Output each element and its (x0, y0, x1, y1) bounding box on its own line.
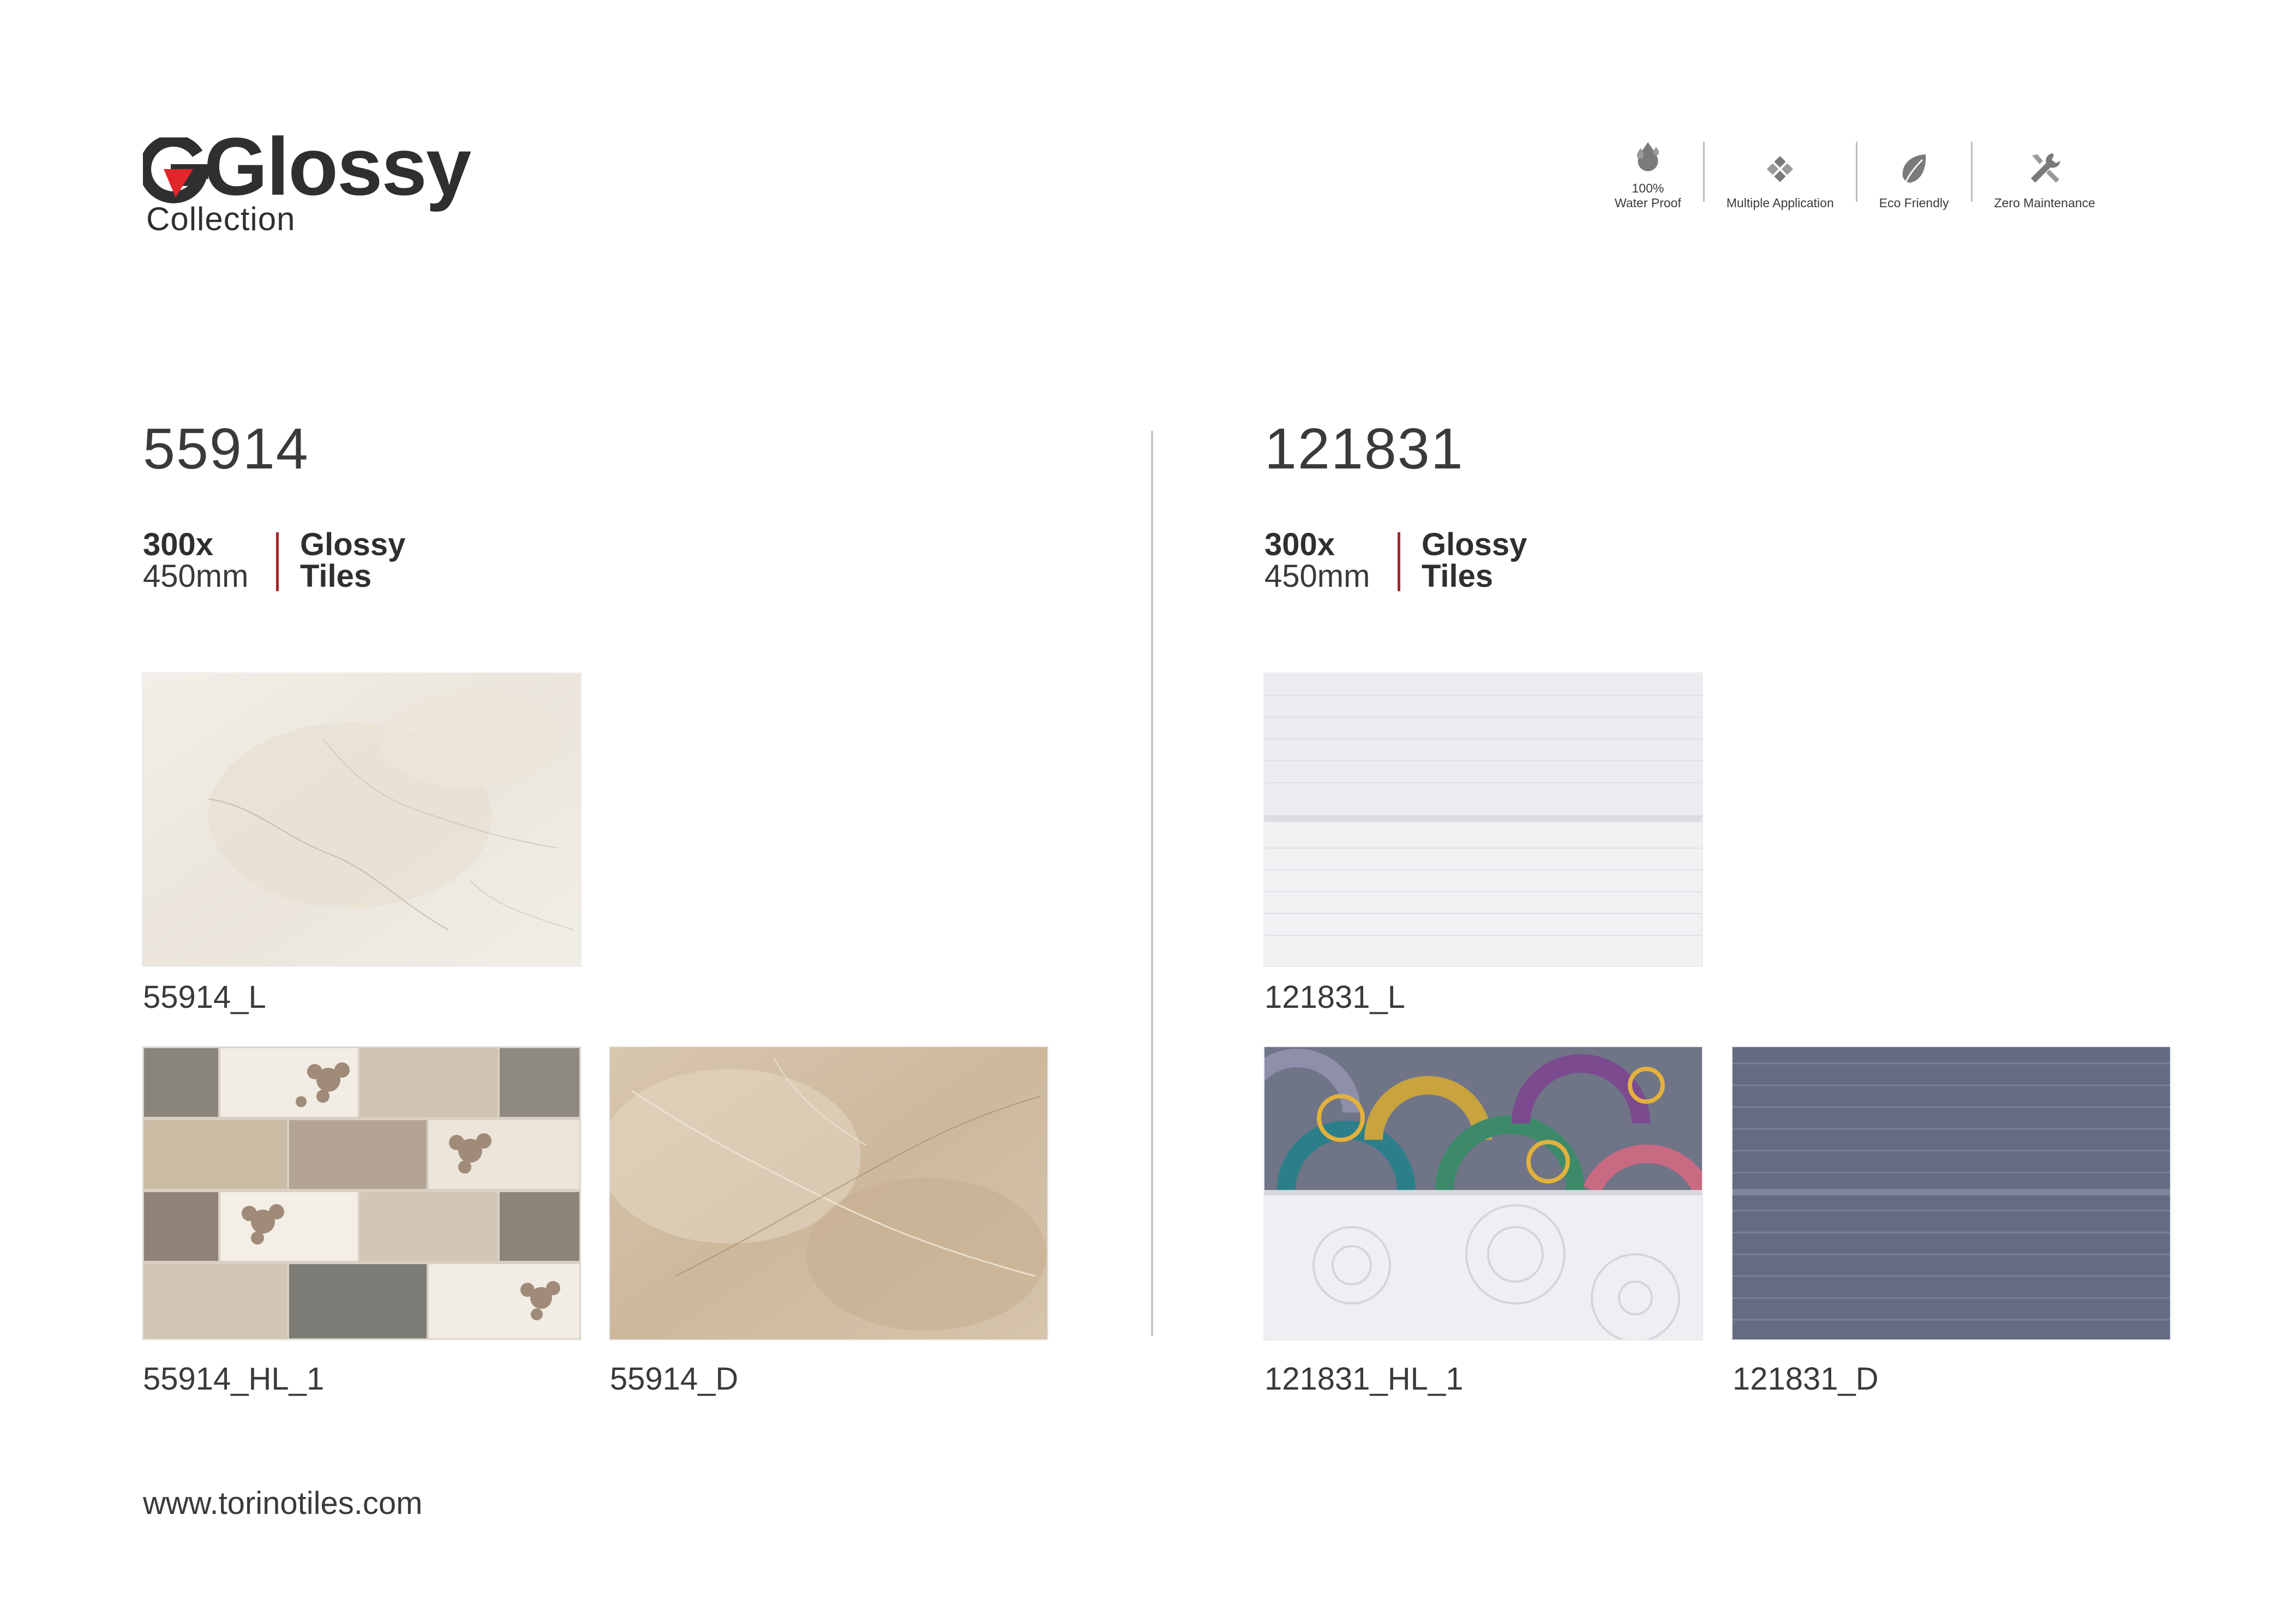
feature-label: Multiple Application (1726, 195, 1834, 210)
size-line-1: 300x (143, 527, 214, 562)
logo-g-mark-icon (143, 137, 208, 203)
feature-label: 100% Water Proof (1615, 181, 1681, 210)
tile-image-121831-L (1264, 674, 1702, 966)
size-line-2: 450mm (143, 558, 249, 594)
product-121831: 121831 300x 450mm Glossy Tiles (1264, 417, 1527, 592)
feature-strip: 100% Water Proof Multiple Application Ec… (1593, 134, 2171, 210)
tile-caption: 55914_L (143, 979, 266, 1015)
product-code: 55914 (143, 417, 309, 481)
finish-line-1: Glossy (1422, 527, 1527, 562)
size-line-2: 450mm (1264, 558, 1370, 594)
wrench-icon (2031, 153, 2061, 183)
tile-caption: 121831_D (1733, 1361, 1879, 1397)
tile-image-55914-HL-1 (143, 1047, 580, 1339)
feature-label: Eco Friendly (1879, 195, 1949, 210)
tile-image-55914-L (143, 674, 580, 966)
product-code: 121831 (1264, 417, 1464, 481)
feature-eco-friendly: Eco Friendly (1857, 139, 1971, 210)
tiles-grid-icon (1767, 155, 1794, 182)
feature-zero-maintenance: Zero Maintenance (1973, 139, 2117, 210)
product-spec: 300x 450mm Glossy Tiles (1264, 529, 1592, 594)
water-drop-icon (1636, 142, 1659, 171)
leaf-icon (1902, 154, 1926, 184)
spec-divider (1398, 532, 1400, 591)
product-55914: 55914 300x 450mm Glossy Tiles (143, 417, 405, 592)
finish-line-1: Glossy (300, 527, 406, 562)
size-line-1: 300x (1264, 527, 1335, 562)
tile-caption: 121831_HL_1 (1264, 1361, 1464, 1397)
tile-image-121831-HL-1 (1264, 1047, 1702, 1339)
website-link[interactable]: www.torinotiles.com (143, 1488, 422, 1519)
tile-caption: 55914_HL_1 (143, 1361, 325, 1397)
product-spec: 300x 450mm Glossy Tiles (143, 529, 470, 594)
tile-image-55914-D (610, 1047, 1047, 1339)
feature-multiple-application: Multiple Application (1705, 139, 1856, 210)
spec-divider (276, 532, 279, 591)
tile-caption: 55914_D (610, 1361, 739, 1397)
feature-label: Zero Maintenance (1994, 195, 2095, 210)
tile-caption: 121831_L (1264, 979, 1406, 1015)
finish-line-2: Tiles (300, 558, 372, 594)
section-divider (1151, 431, 1153, 1336)
logo-subtitle: Collection (146, 201, 296, 237)
feature-water-proof: 100% Water Proof (1593, 139, 1703, 210)
finish-line-2: Tiles (1422, 558, 1494, 594)
brand-logo: Glossy Collection (143, 125, 471, 245)
logo-wordmark: Glossy (204, 121, 471, 212)
tile-image-121831-D (1733, 1047, 2170, 1339)
